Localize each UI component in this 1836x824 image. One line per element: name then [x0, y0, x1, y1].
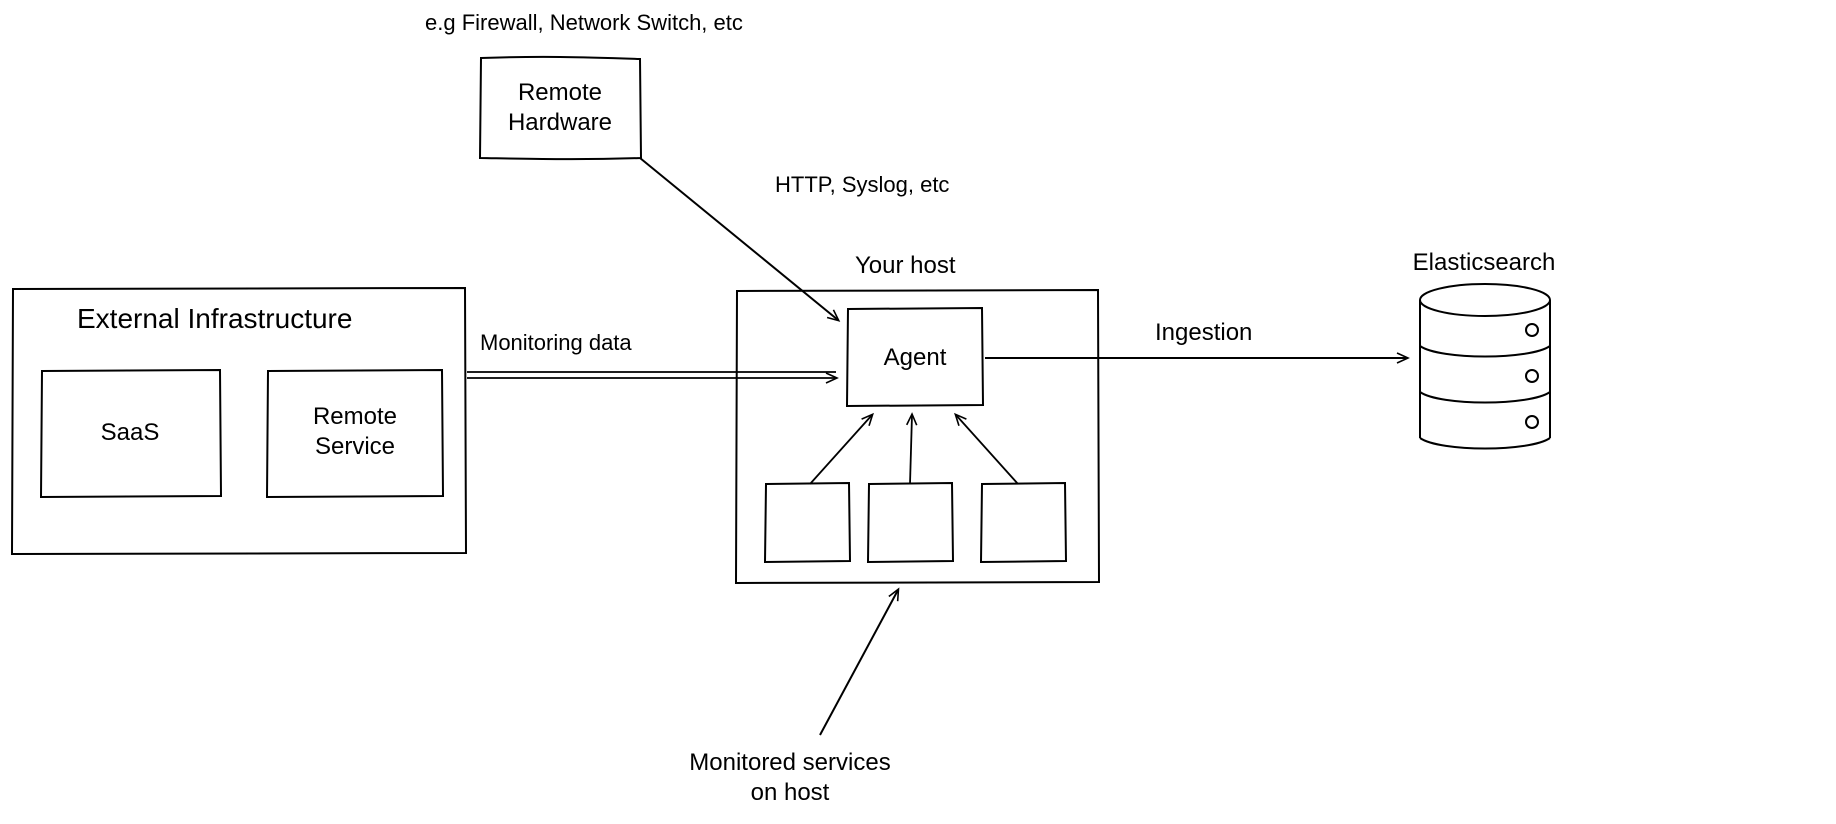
monitoring-data-label: Monitoring data: [480, 330, 632, 355]
saas-box: SaaS: [41, 370, 221, 497]
your-host-container: Agent: [736, 290, 1099, 583]
arrow-svc1-agent: [810, 415, 872, 484]
arrow-monitored-to-host: [820, 590, 898, 735]
remote-hardware-l1: Remote: [518, 79, 602, 106]
remote-service-l1: Remote: [313, 403, 397, 430]
remote-hardware-l2: Hardware: [508, 109, 612, 136]
arrow-svc3-agent: [956, 415, 1018, 484]
monitored-services-l1: Monitored services: [689, 749, 890, 776]
architecture-diagram: e.g Firewall, Network Switch, etc Remote…: [0, 0, 1836, 824]
saas-label: SaaS: [101, 419, 160, 446]
arrow-external-to-host: [467, 372, 836, 378]
remote-service-l2: Service: [315, 433, 395, 460]
elasticsearch-db-icon: [1420, 284, 1550, 449]
remote-hw-example-label: e.g Firewall, Network Switch, etc: [425, 10, 743, 35]
monitored-services-l2: on host: [751, 779, 830, 806]
host-service-3: [981, 483, 1066, 562]
host-service-1: [765, 483, 850, 562]
external-infra-container: External Infrastructure SaaS Remote Serv…: [12, 288, 466, 554]
ingestion-label: Ingestion: [1155, 319, 1252, 346]
arrow-svc2-agent: [910, 415, 912, 484]
http-syslog-label: HTTP, Syslog, etc: [775, 172, 949, 197]
remote-hardware-box: Remote Hardware: [480, 57, 641, 159]
host-service-2: [868, 483, 953, 562]
remote-service-box: Remote Service: [267, 370, 443, 497]
agent-label: Agent: [884, 344, 947, 371]
external-infra-title: External Infrastructure: [77, 303, 352, 334]
your-host-title: Your host: [855, 252, 956, 279]
agent-box: Agent: [847, 308, 983, 406]
elasticsearch-title: Elasticsearch: [1413, 249, 1556, 276]
